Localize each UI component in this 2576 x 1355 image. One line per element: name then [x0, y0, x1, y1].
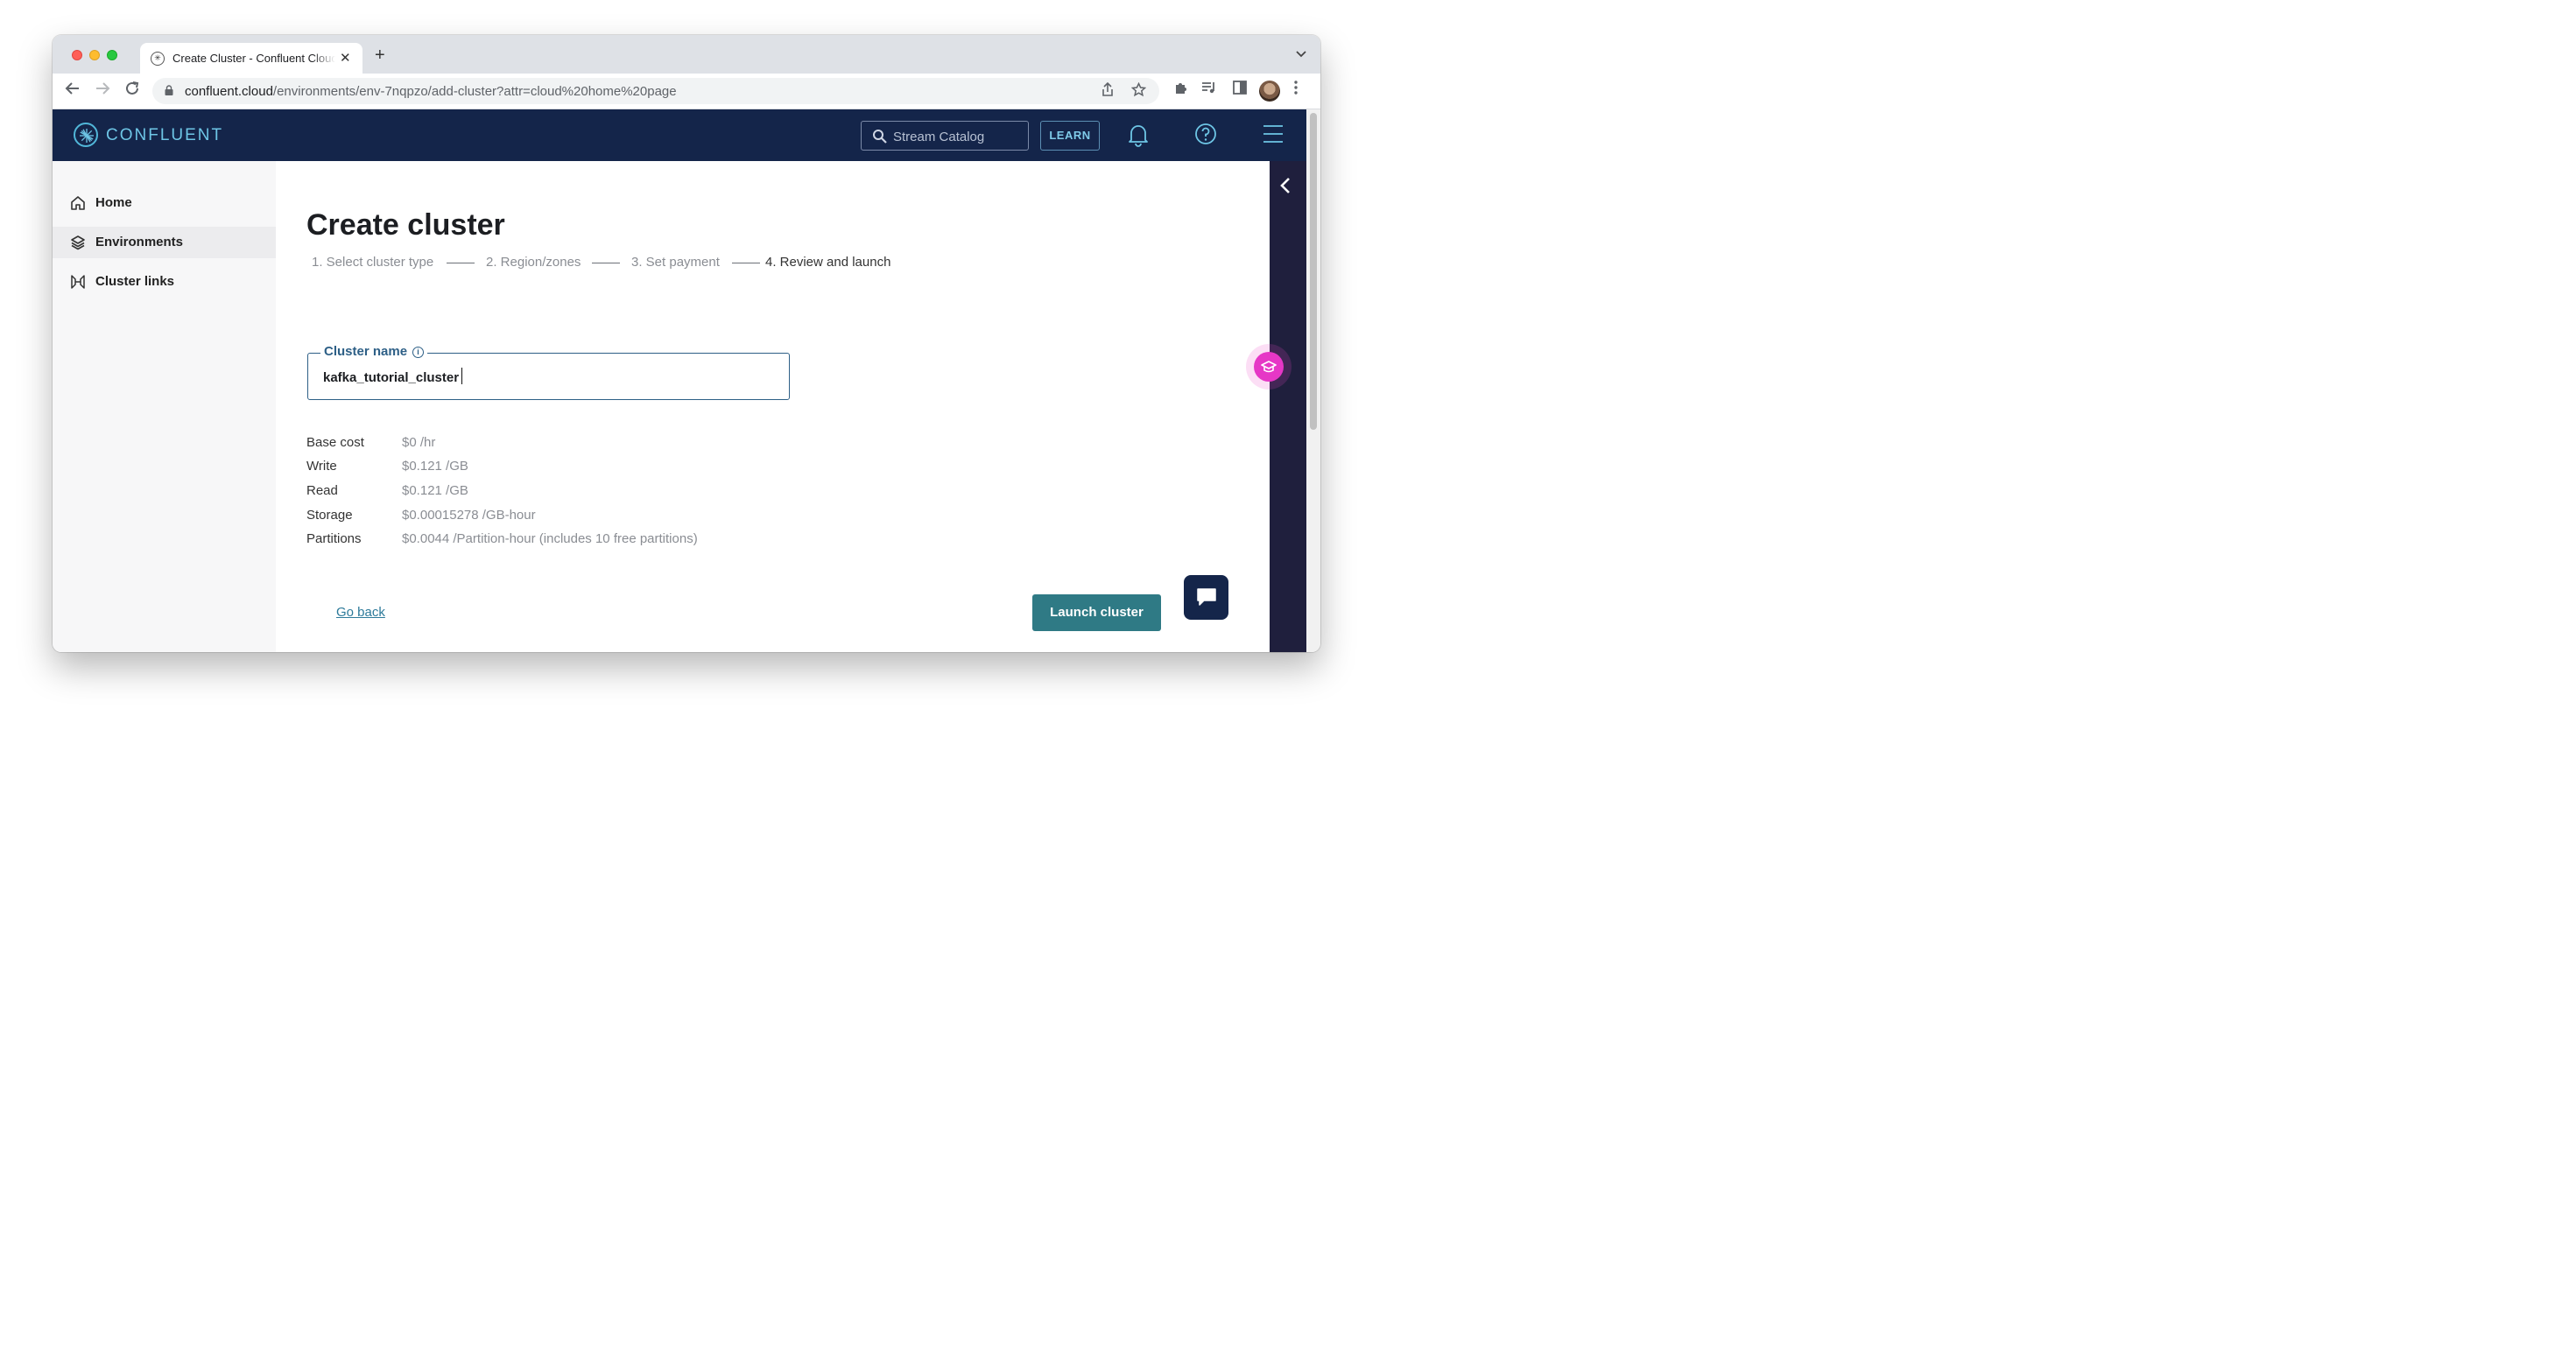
- learning-assistant-button[interactable]: [1246, 344, 1292, 390]
- chat-bubble-icon: [1197, 588, 1216, 606]
- confluent-favicon-icon: ✳: [151, 52, 165, 66]
- sidebar-item-label: Cluster links: [95, 274, 175, 289]
- browser-tab[interactable]: ✳ Create Cluster - Confluent Cloud ✕: [140, 43, 362, 74]
- forward-arrow-icon[interactable]: [95, 81, 110, 101]
- profile-avatar[interactable]: [1259, 81, 1280, 102]
- page-scrollbar[interactable]: [1306, 109, 1320, 652]
- text-cursor: [461, 368, 462, 384]
- link-icon: [71, 275, 85, 289]
- back-arrow-icon[interactable]: [65, 81, 81, 101]
- help-icon[interactable]: [1194, 123, 1217, 150]
- page-title: Create cluster: [306, 208, 505, 242]
- sidebar-item-label: Environments: [95, 235, 184, 249]
- main-content: Create cluster 1. Select cluster type 2.…: [276, 161, 1270, 652]
- browser-toolbar: confluent.cloud/environments/env-7nqpzo/…: [53, 74, 1320, 109]
- app-header: CONFLUENT LEARN: [53, 109, 1306, 161]
- maximize-window-button[interactable]: [107, 50, 117, 60]
- sidebar-item-cluster-links[interactable]: Cluster links: [53, 266, 276, 298]
- graduation-cap-icon: [1261, 361, 1277, 373]
- cost-label: Write: [306, 459, 337, 474]
- minimize-window-button[interactable]: [89, 50, 100, 60]
- info-icon[interactable]: i: [412, 347, 425, 358]
- step-review-and-launch: 4. Review and launch: [765, 255, 891, 270]
- hamburger-menu-icon[interactable]: [1263, 124, 1284, 148]
- sidebar: Home Environments Cluster links: [53, 161, 276, 652]
- cost-value: $0.0044 /Partition-hour (includes 10 fre…: [402, 531, 698, 546]
- stream-catalog-search[interactable]: [861, 121, 1029, 151]
- media-queue-icon[interactable]: [1201, 81, 1217, 101]
- search-input[interactable]: [893, 128, 1023, 145]
- close-window-button[interactable]: [72, 50, 82, 60]
- sidebar-item-home[interactable]: Home: [53, 187, 276, 219]
- scrollbar-thumb[interactable]: [1310, 113, 1317, 430]
- new-tab-icon[interactable]: +: [375, 46, 385, 64]
- cluster-name-label: Cluster name i: [320, 344, 428, 359]
- browser-menu-icon[interactable]: [1294, 81, 1298, 101]
- address-bar[interactable]: confluent.cloud/environments/env-7nqpzo/…: [152, 78, 1159, 104]
- search-icon: [873, 130, 887, 144]
- tab-strip: ✳ Create Cluster - Confluent Cloud ✕ +: [53, 35, 1320, 74]
- step-set-payment[interactable]: 3. Set payment: [631, 255, 720, 270]
- reload-icon[interactable]: [124, 81, 140, 101]
- cost-label: Read: [306, 483, 338, 498]
- collapse-chevron-icon[interactable]: [1279, 177, 1292, 199]
- close-tab-icon[interactable]: ✕: [340, 50, 351, 66]
- step-region-zones[interactable]: 2. Region/zones: [486, 255, 581, 270]
- extensions-puzzle-icon[interactable]: [1173, 81, 1188, 102]
- right-rail: [1270, 161, 1306, 652]
- step-select-cluster-type[interactable]: 1. Select cluster type: [312, 255, 433, 270]
- sidebar-item-environments[interactable]: Environments: [53, 227, 276, 258]
- url-text: confluent.cloud/environments/env-7nqpzo/…: [185, 84, 677, 99]
- logo-text[interactable]: CONFLUENT: [106, 126, 223, 145]
- sidebar-item-label: Home: [95, 195, 132, 210]
- home-icon: [71, 196, 85, 210]
- cost-label: Storage: [306, 508, 353, 523]
- chat-button[interactable]: [1184, 575, 1228, 620]
- cluster-name-field[interactable]: Cluster name i: [307, 344, 790, 400]
- bookmark-star-icon[interactable]: [1130, 81, 1147, 102]
- browser-window: ✳ Create Cluster - Confluent Cloud ✕ + c…: [53, 35, 1320, 652]
- go-back-link[interactable]: Go back: [336, 605, 385, 620]
- cluster-name-input[interactable]: [323, 368, 770, 387]
- cost-label: Partitions: [306, 531, 362, 546]
- tab-title: Create Cluster - Confluent Cloud: [172, 52, 335, 65]
- learn-button[interactable]: LEARN: [1040, 121, 1100, 151]
- side-panel-icon[interactable]: [1233, 81, 1247, 101]
- cost-value: $0.00015278 /GB-hour: [402, 508, 536, 523]
- bell-icon[interactable]: [1127, 123, 1150, 151]
- cost-value: $0.121 /GB: [402, 459, 468, 474]
- lock-icon: [165, 85, 173, 95]
- tab-search-chevron-icon[interactable]: [1296, 47, 1306, 60]
- layers-icon: [71, 235, 85, 250]
- cost-value: $0 /hr: [402, 435, 436, 450]
- launch-cluster-button[interactable]: Launch cluster: [1032, 594, 1161, 631]
- share-icon[interactable]: [1101, 81, 1114, 102]
- cost-label: Base cost: [306, 435, 364, 450]
- cost-value: $0.121 /GB: [402, 483, 468, 498]
- confluent-logo-icon[interactable]: [74, 123, 98, 147]
